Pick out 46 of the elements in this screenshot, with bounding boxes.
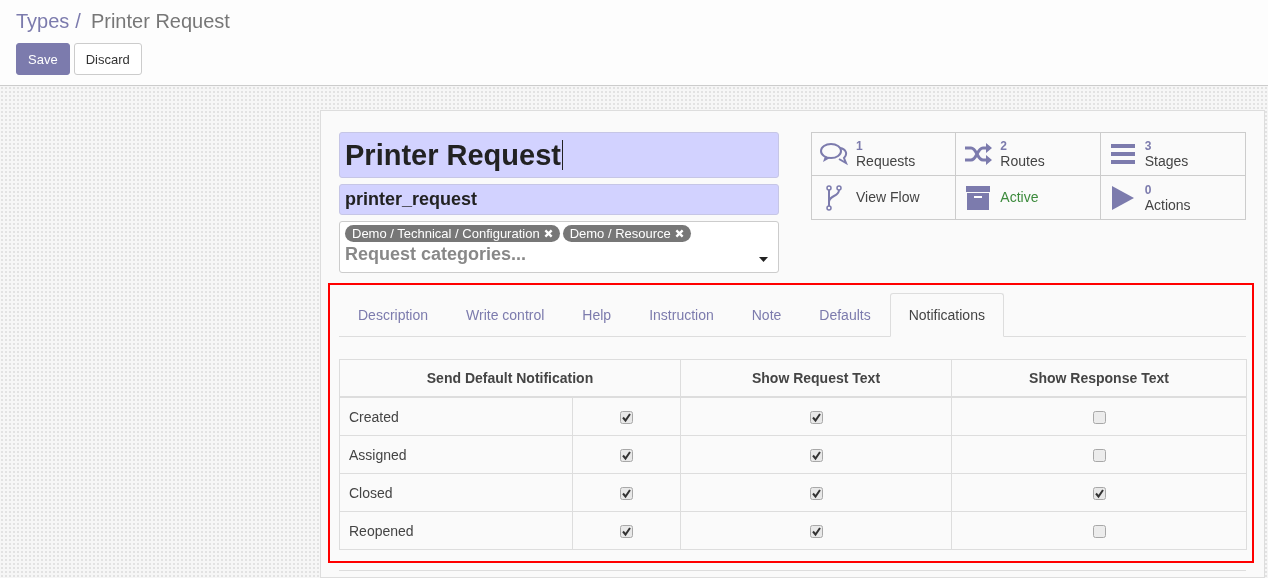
checkbox[interactable] [1092,449,1106,463]
checkbox[interactable] [1092,411,1106,425]
checkbox[interactable] [809,411,823,425]
tab[interactable]: Write control [447,293,564,337]
tab[interactable]: Instruction [630,293,733,337]
smart-button[interactable]: 2 Routes [956,133,1101,176]
table-cell: Closed [339,473,573,512]
smart-button[interactable]: 1 Requests [812,133,957,176]
checkbox[interactable] [1092,525,1106,539]
breadcrumb-link[interactable]: Types [16,10,70,33]
checkbox[interactable] [809,449,823,463]
column-header: Send Default Notification [339,359,681,397]
column-header: Show Request Text [680,359,952,397]
category-tag: Demo / Technical / Configuration [345,225,560,242]
categories-field[interactable]: Demo / Technical / Configuration Demo / Resource Request categories... [339,221,779,273]
menu-icon [1108,143,1137,165]
checkbox[interactable] [809,487,823,501]
checkbox[interactable] [1092,487,1106,501]
breadcrumb-separator: / [75,10,81,33]
discard-button[interactable]: Discard [73,43,142,75]
shuffle-icon [964,142,993,166]
tab[interactable]: Defaults [800,293,890,337]
tab[interactable]: Notifications [889,293,1004,337]
chat-bubbles-icon [820,142,848,166]
checkbox[interactable] [620,449,633,463]
remove-icon[interactable] [674,229,684,238]
remove-icon[interactable] [543,229,553,238]
name-field[interactable]: Printer Request [339,132,779,178]
categories-placeholder: Request categories... [345,244,527,265]
checkbox[interactable] [809,525,823,539]
category-tag: Demo / Resource [562,225,691,242]
checkbox[interactable] [620,525,633,539]
tab[interactable]: Note [732,293,801,337]
table-cell: Created [339,397,573,436]
table-cell: Assigned [339,435,573,474]
checkbox[interactable] [620,487,633,501]
table-cell: Reopened [339,511,573,550]
breadcrumb-current: Printer Request [90,10,230,33]
tab[interactable]: Description [339,293,448,337]
archive-box-icon [964,185,993,210]
tab[interactable]: Help [563,293,631,337]
caret-icon[interactable] [759,257,768,262]
save-button[interactable]: Save [16,43,70,75]
checkbox[interactable] [620,411,633,425]
code-field[interactable]: printer_request [339,184,779,215]
column-header: Show Response Text [951,359,1247,397]
